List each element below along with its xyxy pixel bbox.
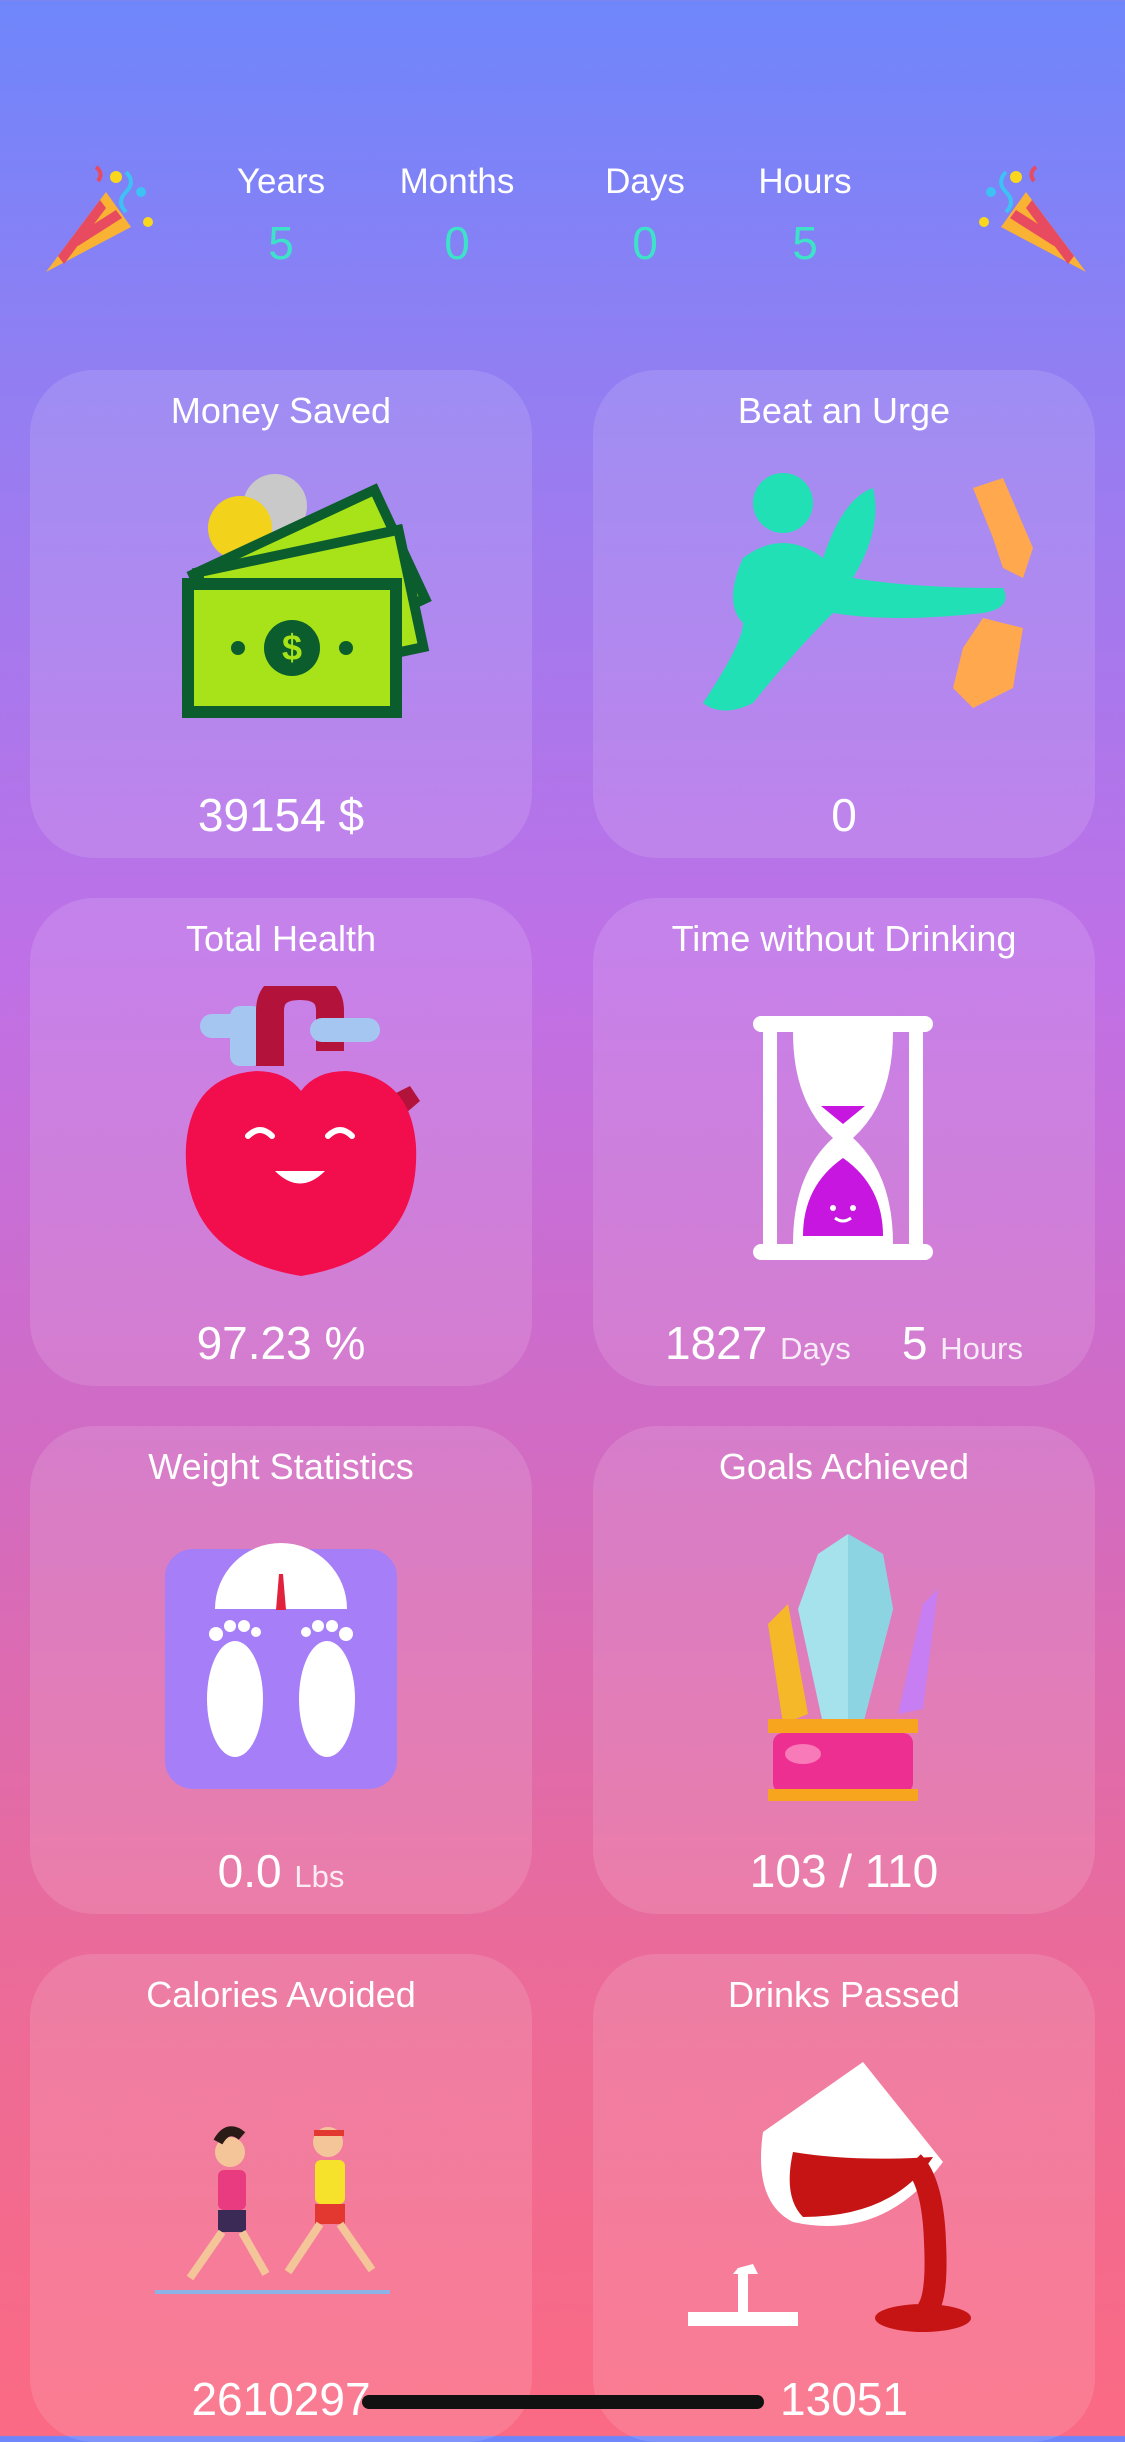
counter-hours: Hours 5 xyxy=(720,162,890,270)
home-indicator[interactable] xyxy=(362,2395,764,2409)
weight-unit: Lbs xyxy=(294,1859,345,1894)
days-unit: Days xyxy=(780,1331,851,1366)
kick-bottle-icon xyxy=(703,473,1033,711)
beat-urge-value: 0 xyxy=(831,789,857,841)
time-without-drinking-card[interactable]: Time without Drinking 1827 Days 5 Hours xyxy=(593,898,1095,1386)
hours-count: 5 xyxy=(901,1317,928,1369)
total-health-value: 97.23 % xyxy=(196,1317,366,1369)
hourglass-icon xyxy=(753,1016,933,1260)
total-health-card[interactable]: Total Health 97.23 % xyxy=(30,898,532,1386)
svg-text:$: $ xyxy=(282,627,302,668)
money-saved-card[interactable]: Money Saved $ 39154 $ xyxy=(30,370,532,858)
card-title: Calories Avoided xyxy=(146,1974,416,2015)
party-popper-icon xyxy=(979,165,1086,272)
days-count: 1827 xyxy=(665,1317,768,1369)
goals-value: 103 / 110 xyxy=(749,1845,939,1897)
weight-number: 0.0 xyxy=(217,1845,282,1897)
weight-value: 0.0 Lbs xyxy=(30,1844,532,1898)
card-title: Time without Drinking xyxy=(671,918,1017,959)
card-title: Total Health xyxy=(185,918,377,959)
counter-value: 5 xyxy=(792,217,818,269)
scale-feet-icon xyxy=(165,1543,397,1789)
counter-label: Hours xyxy=(758,162,852,201)
card-title: Weight Statistics xyxy=(148,1446,414,1487)
counter-label: Days xyxy=(605,162,685,201)
counter-months: Months 0 xyxy=(372,162,542,270)
spilled-wine-icon xyxy=(688,2062,971,2332)
counter-label: Months xyxy=(399,162,515,201)
hours-unit: Hours xyxy=(940,1331,1023,1366)
money-saved-value: 39154 $ xyxy=(197,789,365,841)
party-popper-icon xyxy=(46,165,153,272)
calories-avoided-card[interactable]: Calories Avoided 2610297 xyxy=(30,1954,532,2442)
weight-statistics-card[interactable]: Weight Statistics 0.0 Lbs xyxy=(30,1426,532,1914)
counter-value: 0 xyxy=(632,217,658,269)
card-title: Goals Achieved xyxy=(718,1446,970,1487)
money-stack-icon: $ xyxy=(182,474,432,718)
goals-achieved-card[interactable]: Goals Achieved 103 / 110 xyxy=(593,1426,1095,1914)
crystal-trophy-icon xyxy=(768,1534,938,1801)
time-without-value: 1827 Days 5 Hours xyxy=(593,1316,1095,1370)
counter-days: Days 0 xyxy=(560,162,730,270)
counter-value: 5 xyxy=(268,217,294,269)
counter-label: Years xyxy=(236,162,326,201)
card-title: Drinks Passed xyxy=(727,1974,961,2015)
happy-heart-icon xyxy=(185,986,420,1276)
runners-icon xyxy=(155,2126,390,2294)
time-counter-header: Years 5 Months 0 Days 0 Hours 5 xyxy=(0,0,1125,340)
drinks-passed-card[interactable]: Drinks Passed 13051 xyxy=(593,1954,1095,2442)
card-title: Money Saved xyxy=(170,390,392,431)
counter-years: Years 5 xyxy=(196,162,366,270)
beat-urge-card[interactable]: Beat an Urge 0 xyxy=(593,370,1095,858)
counter-value: 0 xyxy=(444,217,470,269)
card-title: Beat an Urge xyxy=(737,390,951,431)
